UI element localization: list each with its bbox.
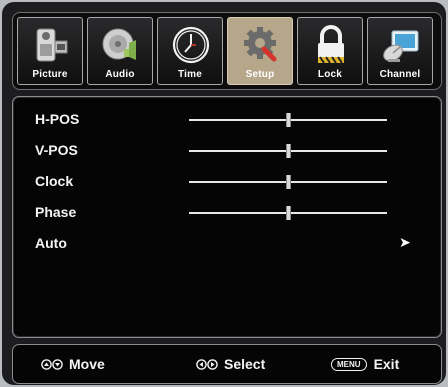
select-label: Select [224, 356, 266, 372]
setting-label: V-POS [35, 142, 78, 158]
move-hint: Move [41, 356, 105, 372]
picture-camera-icon [36, 28, 68, 62]
menu-key-icon: MENU [331, 357, 367, 371]
settings-panel: H-POS V-POS Clock Phase Auto ➤ [12, 96, 442, 338]
slider-knob[interactable] [286, 175, 291, 189]
tab-label: Lock [317, 69, 343, 80]
setting-row-h-pos[interactable]: H-POS [13, 106, 441, 134]
tab-label: Audio [105, 69, 135, 80]
setting-label: H-POS [35, 111, 80, 127]
setting-row-auto[interactable]: Auto ➤ [13, 230, 441, 258]
left-right-arrows-icon [196, 358, 218, 370]
tab-channel[interactable]: Channel [367, 17, 433, 85]
tab-time[interactable]: Time [157, 17, 223, 85]
phase-slider[interactable] [189, 206, 387, 220]
move-label: Move [69, 356, 105, 372]
gear-wrench-icon [244, 27, 277, 62]
audio-speaker-icon [102, 28, 136, 60]
h-pos-slider[interactable] [189, 113, 387, 127]
submenu-arrow-icon: ➤ [399, 234, 411, 250]
up-down-arrows-icon [41, 358, 63, 370]
setting-row-clock[interactable]: Clock [13, 168, 441, 196]
clock-icon [172, 26, 210, 64]
tab-label: Channel [379, 69, 421, 80]
slider-knob[interactable] [286, 206, 291, 220]
v-pos-slider[interactable] [189, 144, 387, 158]
setting-row-phase[interactable]: Phase [13, 199, 441, 227]
tab-picture[interactable]: Picture [17, 17, 83, 85]
exit-label: Exit [373, 356, 400, 372]
select-hint: Select [196, 356, 265, 372]
tab-audio[interactable]: Audio [87, 17, 153, 85]
tab-bar: Picture Audio Time Setup Lock Channel [12, 12, 442, 90]
footer-hints: Move Select MENU Exit [12, 344, 442, 384]
padlock-icon [318, 25, 344, 64]
clock-slider[interactable] [189, 175, 387, 189]
slider-knob[interactable] [286, 144, 291, 158]
setting-label: Phase [35, 204, 77, 220]
osd-menu-frame: Picture Audio Time Setup Lock Channel H-… [2, 2, 446, 385]
setting-row-v-pos[interactable]: V-POS [13, 137, 441, 165]
tab-label: Picture [32, 69, 68, 80]
tab-lock[interactable]: Lock [297, 17, 363, 85]
tab-label: Setup [245, 69, 275, 80]
slider-knob[interactable] [286, 113, 291, 127]
setting-label: Clock [35, 173, 74, 189]
setting-label: Auto [35, 235, 67, 251]
exit-hint: MENU Exit [331, 356, 399, 372]
tab-label: Time [178, 69, 202, 80]
satellite-dish-icon [383, 30, 419, 62]
tab-setup[interactable]: Setup [227, 17, 293, 85]
